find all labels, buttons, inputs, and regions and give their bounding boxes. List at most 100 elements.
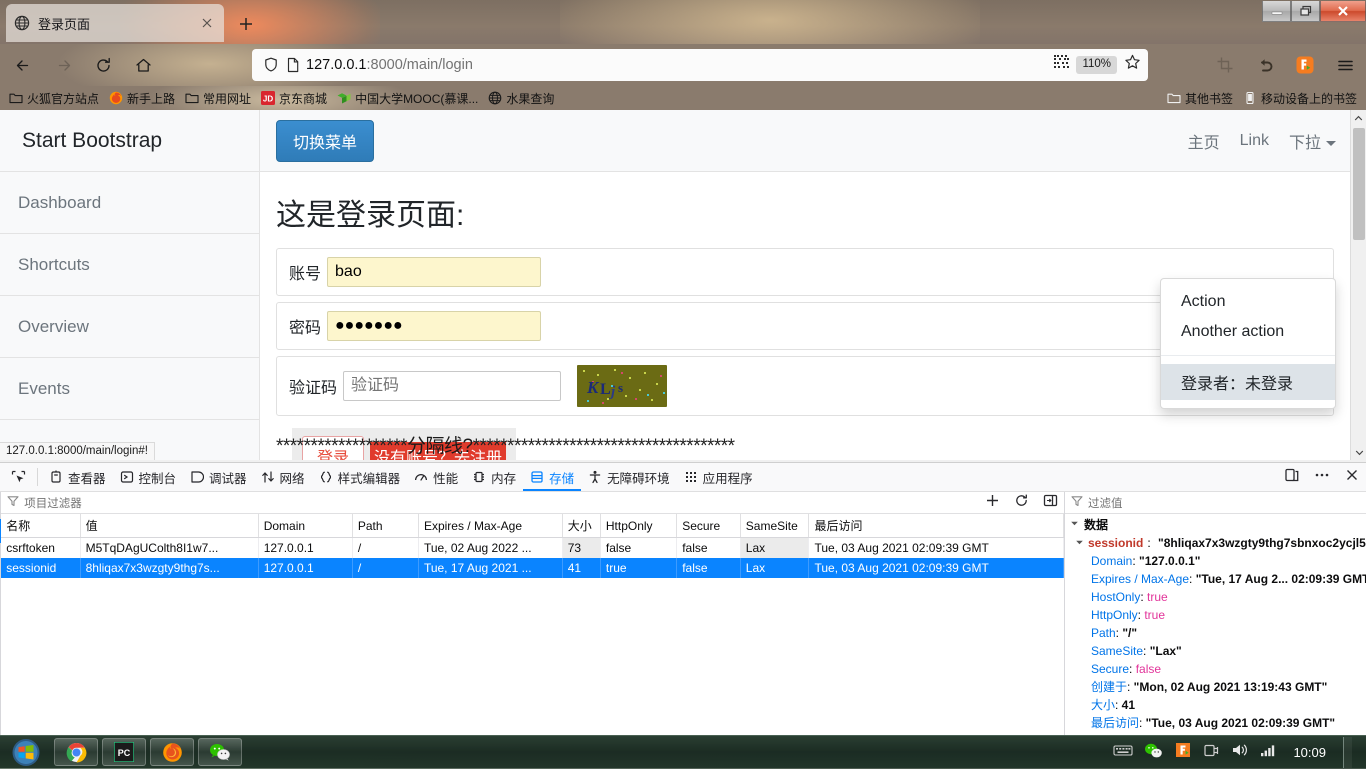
chevron-down-icon[interactable] [1075, 534, 1084, 552]
devtools-tab-inspector[interactable]: 查看器 [42, 463, 113, 491]
detail-prop-row[interactable]: 最后访问: "Tue, 03 Aug 2021 02:09:39 GMT" [1065, 714, 1366, 732]
volume-icon[interactable] [1231, 742, 1249, 763]
forward-button[interactable] [46, 48, 80, 82]
keyboard-icon[interactable] [1113, 743, 1134, 762]
devtools-tab-style-editor[interactable]: 样式编辑器 [312, 463, 408, 491]
scroll-down-icon[interactable] [1351, 444, 1366, 460]
devtools-picker-button[interactable] [4, 463, 33, 491]
detail-prop-row[interactable]: Expires / Max-Age: "Tue, 17 Aug 2... 02:… [1065, 570, 1366, 588]
url-bar[interactable]: 127.0.0.1:8000/main/login 110% [252, 49, 1148, 81]
bookmark-item[interactable]: 中国大学MOOC(慕课... [332, 89, 483, 108]
sidebar-item-overview[interactable]: Overview [0, 296, 259, 358]
bookmark-item[interactable]: 水果查询 [483, 89, 559, 108]
windows-start-icon[interactable] [2, 737, 50, 768]
col-header-secure[interactable]: Secure [676, 514, 741, 538]
bookmark-item[interactable]: JD 京东商城 [256, 89, 332, 108]
bookmark-mobile-folder[interactable]: 移动设备上的书签 [1238, 89, 1362, 108]
captcha-image[interactable]: K L j s [577, 365, 668, 407]
crop-icon[interactable] [1208, 48, 1242, 82]
close-icon[interactable] [1344, 467, 1360, 488]
detail-prop-row[interactable]: Domain: "127.0.0.1" [1065, 552, 1366, 570]
home-button[interactable] [126, 48, 160, 82]
detail-prop-row[interactable]: Path: "/" [1065, 624, 1366, 642]
devtools-tab-application[interactable]: 应用程序 [677, 463, 760, 491]
sidebar-item-shortcuts[interactable]: Shortcuts [0, 234, 259, 296]
page-scrollbar[interactable] [1350, 110, 1366, 460]
taskbar-item-chrome[interactable] [54, 738, 98, 766]
more-options-icon[interactable] [1314, 467, 1330, 488]
taskbar-item-firefox[interactable] [150, 738, 194, 766]
item-filter-input[interactable]: 项目过滤器 [24, 495, 82, 511]
devtools-tab-memory[interactable]: 内存 [465, 463, 523, 491]
refresh-icon[interactable] [1014, 493, 1029, 513]
col-header-size[interactable]: 大小 [562, 514, 601, 538]
bookmark-item[interactable]: 新手上路 [104, 89, 180, 108]
detail-prop-row[interactable]: Secure: false [1065, 660, 1366, 678]
flash-player-icon[interactable] [1288, 48, 1322, 82]
star-icon[interactable] [1123, 53, 1142, 77]
devtools-tab-network[interactable]: 网络 [254, 463, 312, 491]
maximize-restore-button[interactable] [1291, 1, 1320, 22]
col-header-name[interactable]: 名称 [1, 514, 81, 538]
dropdown-item-action[interactable]: Action [1161, 287, 1335, 317]
scrollbar-thumb[interactable] [1353, 128, 1365, 240]
col-header-path[interactable]: Path [352, 514, 419, 538]
detail-prop-row[interactable]: HostOnly: true [1065, 588, 1366, 606]
back-button[interactable] [6, 48, 40, 82]
qr-code-icon[interactable] [1053, 54, 1070, 76]
shield-icon[interactable] [1174, 741, 1192, 764]
detail-prop-row[interactable]: 创建于: "Mon, 02 Aug 2021 13:19:43 GMT" [1065, 678, 1366, 696]
detail-prop-row[interactable]: SameSite: "Lax" [1065, 642, 1366, 660]
captcha-input[interactable] [343, 371, 562, 401]
password-input[interactable] [327, 311, 542, 341]
detail-root-row[interactable]: sessionid: "8hliqax7x3wzgty9thg7sbnxoc2y… [1065, 534, 1366, 552]
sidebar-item-events[interactable]: Events [0, 358, 259, 420]
dropdown-item-another-action[interactable]: Another action [1161, 317, 1335, 347]
sidebar-brand[interactable]: Start Bootstrap [0, 110, 259, 172]
detail-section-header[interactable]: 数据 [1065, 514, 1366, 534]
page-icon[interactable] [284, 56, 302, 74]
show-desktop-button[interactable] [1343, 737, 1352, 768]
devtools-tab-storage[interactable]: 存储 [523, 463, 581, 491]
close-window-button[interactable] [1320, 1, 1366, 22]
undo-arrow-icon[interactable] [1248, 48, 1282, 82]
devtools-tab-console[interactable]: 控制台 [113, 463, 184, 491]
devtools-tab-accessibility[interactable]: 无障碍环境 [581, 463, 677, 491]
taskbar-clock[interactable]: 10:09 [1293, 745, 1326, 760]
nav-link-link[interactable]: Link [1240, 132, 1269, 150]
col-header-domain[interactable]: Domain [258, 514, 353, 538]
plug-icon[interactable] [1203, 742, 1220, 764]
devtools-tab-performance[interactable]: 性能 [407, 463, 465, 491]
table-row[interactable]: sessionid 8hliqax7x3wzgty9thg7s... 127.0… [1, 558, 1064, 578]
sidebar-item-dashboard[interactable]: Dashboard [0, 172, 259, 234]
close-icon[interactable] [198, 14, 216, 32]
wechat-icon[interactable] [1144, 742, 1163, 764]
chevron-down-icon[interactable] [1070, 517, 1079, 531]
bookmark-item[interactable]: 火狐官方站点 [4, 89, 104, 108]
bookmark-other-folder[interactable]: 其他书签 [1162, 89, 1238, 108]
username-input[interactable] [327, 257, 542, 287]
plus-icon[interactable] [985, 493, 1000, 513]
signal-icon[interactable] [1260, 743, 1278, 762]
value-filter-input[interactable]: 过滤值 [1088, 495, 1123, 511]
shield-icon[interactable] [262, 56, 280, 74]
toggle-menu-button[interactable]: 切换菜单 [276, 119, 375, 162]
toggle-sidebar-icon[interactable] [1043, 493, 1058, 513]
bookmark-item[interactable]: 常用网址 [180, 89, 256, 108]
detail-prop-row[interactable]: HttpOnly: true [1065, 606, 1366, 624]
reload-button[interactable] [86, 48, 120, 82]
dock-icon[interactable] [1284, 467, 1300, 488]
col-header-samesite[interactable]: SameSite [740, 514, 810, 538]
nav-link-home[interactable]: 主页 [1188, 129, 1220, 153]
nav-dropdown-toggle[interactable]: 下拉 [1289, 129, 1336, 153]
col-header-httponly[interactable]: HttpOnly [600, 514, 678, 538]
browser-tab[interactable]: 登录页面 [6, 4, 224, 42]
dropdown-item-login-status[interactable]: 登录者：未登录 [1161, 364, 1335, 400]
col-header-last-accessed[interactable]: 最后访问 [808, 514, 1064, 538]
detail-prop-row[interactable]: 大小: 41 [1065, 696, 1366, 714]
col-header-expires[interactable]: Expires / Max-Age [418, 514, 563, 538]
scroll-up-icon[interactable] [1351, 110, 1366, 126]
col-header-value[interactable]: 值 [80, 514, 259, 538]
new-tab-button[interactable] [234, 12, 258, 36]
table-row[interactable]: csrftoken M5TqDAgUColth8I1w7... 127.0.0.… [1, 537, 1064, 558]
